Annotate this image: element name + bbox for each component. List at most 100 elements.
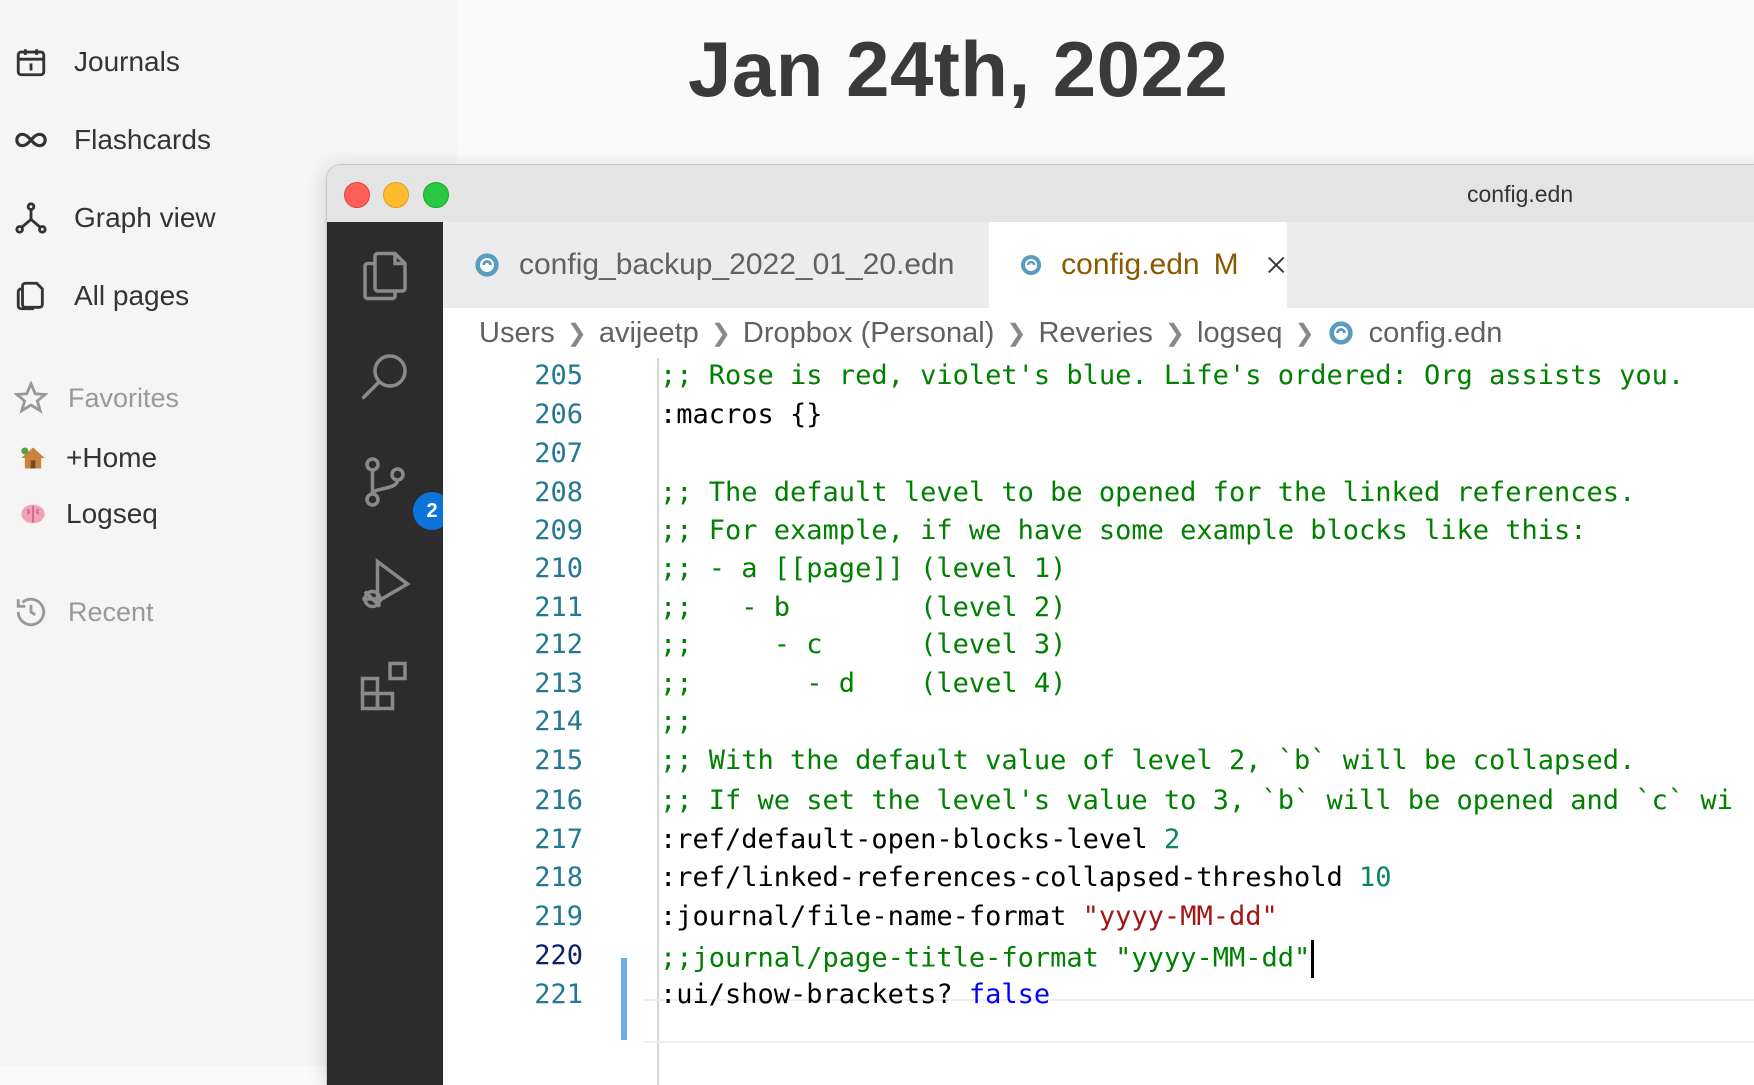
recent-header[interactable]: Recent — [14, 592, 154, 632]
code-keyword: :ref/linked-references-collapsed-thresho… — [660, 862, 1343, 893]
code-line: :macros {} — [660, 399, 823, 430]
clojure-file-icon — [1021, 254, 1042, 276]
code-line: :ref/default-open-blocks-level 2 — [660, 824, 1180, 855]
line-number: 214 — [534, 706, 583, 737]
breadcrumb: Users ❯ avijeetp ❯ Dropbox (Personal) ❯ … — [443, 308, 1754, 358]
code-line: ;; Rose is red, violet's blue. Life's or… — [660, 360, 1685, 391]
line-number: 211 — [534, 592, 583, 623]
code-comment: ;;journal/page-title-format — [660, 942, 1099, 974]
line-number: 206 — [534, 399, 583, 430]
code-number: 10 — [1359, 862, 1392, 893]
code-line: :ui/show-brackets? false — [660, 979, 1050, 1010]
favorites-header[interactable]: Favorites — [14, 378, 179, 418]
star-icon — [14, 381, 48, 415]
modified-indicator: M — [1213, 248, 1239, 281]
house-emoji-icon — [18, 443, 48, 473]
calendar-icon — [12, 43, 50, 81]
nav-label: Journals — [74, 46, 180, 77]
nav-graph-view[interactable]: Graph view — [12, 196, 216, 240]
extensions-icon[interactable] — [353, 654, 417, 718]
favorite-label: +Home — [66, 442, 158, 473]
close-icon[interactable] — [1265, 252, 1287, 278]
code-line: ;; If we set the level's value to 3, `b`… — [660, 785, 1733, 816]
breadcrumb-item[interactable]: logseq — [1197, 317, 1282, 350]
breadcrumb-item[interactable]: Reveries — [1038, 317, 1152, 350]
infinity-icon — [12, 121, 50, 159]
code-number: 2 — [1163, 824, 1181, 855]
code-line: ;;journal/page-title-format "yyyy-MM-dd" — [660, 940, 1315, 978]
editor-tabs: config_backup_2022_01_20.edn config.edn … — [443, 222, 1754, 308]
indent-guide — [657, 358, 659, 1085]
favorite-home[interactable]: +Home — [18, 438, 157, 478]
code-line: ;; - a [[page]] (level 1) — [660, 553, 1067, 584]
line-number: 221 — [534, 979, 583, 1010]
source-control-icon[interactable]: 2 — [353, 450, 453, 532]
breadcrumb-item[interactable]: config.edn — [1369, 317, 1503, 350]
nav-journals[interactable]: Journals — [12, 40, 180, 84]
modified-lines-marker[interactable] — [621, 958, 627, 1040]
nav-label: All pages — [74, 280, 190, 311]
page-title[interactable]: Jan 24th, 2022 — [688, 24, 1228, 115]
code-line: ;; With the default value of level 2, `b… — [660, 745, 1636, 776]
activity-bar: 2 — [327, 222, 453, 1085]
code-keyword: :ref/default-open-blocks-level — [660, 824, 1148, 855]
breadcrumb-item[interactable]: Users — [479, 317, 555, 350]
recent-label: Recent — [68, 596, 154, 627]
nav-label: Graph view — [74, 202, 216, 233]
favorites-label: Favorites — [68, 382, 180, 413]
chevron-right-icon: ❯ — [1164, 319, 1186, 347]
line-number: 205 — [534, 360, 583, 391]
code-string: "yyyy-MM-dd" — [1115, 942, 1311, 974]
line-number: 208 — [534, 477, 583, 508]
search-icon[interactable] — [353, 344, 417, 408]
code-string: "yyyy-MM-dd" — [1082, 901, 1278, 932]
nav-flashcards[interactable]: Flashcards — [12, 118, 211, 162]
line-number: 219 — [534, 901, 583, 932]
chevron-right-icon: ❯ — [1006, 319, 1027, 347]
run-debug-icon[interactable] — [353, 552, 417, 616]
code-line: :ref/linked-references-collapsed-thresho… — [660, 862, 1392, 893]
chevron-right-icon: ❯ — [566, 319, 587, 347]
clojure-file-icon — [475, 253, 499, 277]
code-line: ;; - b (level 2) — [660, 592, 1067, 623]
minimize-window-button[interactable] — [383, 182, 409, 208]
tab-config-backup[interactable]: config_backup_2022_01_20.edn — [443, 222, 989, 308]
code-line: ;; For example, if we have some example … — [660, 515, 1587, 546]
code-keyword: :ui/show-brackets? — [660, 979, 953, 1010]
text-cursor — [1311, 940, 1315, 978]
graph-icon — [12, 199, 50, 237]
pages-icon — [12, 277, 50, 315]
code-line: ;; — [660, 706, 693, 737]
line-number: 212 — [534, 629, 583, 660]
close-window-button[interactable] — [344, 182, 370, 208]
line-number: 217 — [534, 824, 583, 855]
line-number: 218 — [534, 862, 583, 893]
window-titlebar[interactable]: config.edn — [327, 165, 1754, 223]
code-boolean: false — [968, 979, 1051, 1010]
tab-label: config_backup_2022_01_20.edn — [519, 248, 955, 281]
favorite-logseq[interactable]: Logseq — [18, 494, 158, 534]
breadcrumb-item[interactable]: Dropbox (Personal) — [743, 317, 994, 350]
chevron-right-icon: ❯ — [1294, 319, 1315, 347]
line-number: 207 — [534, 438, 583, 469]
window-title: config.edn — [1467, 181, 1574, 207]
chevron-right-icon: ❯ — [710, 319, 731, 347]
clojure-file-icon — [1328, 321, 1353, 345]
explorer-icon[interactable] — [353, 244, 417, 308]
line-number: 213 — [534, 668, 583, 699]
vscode-window: config.edn 2 config_backup_2022_01_20.ed… — [327, 165, 1754, 1085]
line-number: 216 — [534, 785, 583, 816]
nav-all-pages[interactable]: All pages — [12, 274, 189, 318]
line-number: 215 — [534, 745, 583, 776]
tab-config-edn[interactable]: config.edn M — [989, 222, 1287, 308]
line-number: 209 — [534, 515, 583, 546]
line-number: 220 — [534, 940, 583, 971]
line-number: 210 — [534, 553, 583, 584]
code-line: ;; - c (level 3) — [660, 629, 1067, 660]
favorite-label: Logseq — [66, 498, 158, 529]
zoom-window-button[interactable] — [423, 182, 449, 208]
breadcrumb-item[interactable]: avijeetp — [599, 317, 699, 350]
code-line: ;; - d (level 4) — [660, 668, 1067, 699]
code-line: :journal/file-name-format "yyyy-MM-dd" — [660, 901, 1278, 932]
code-editor[interactable]: 205 206 207 208 209 210 211 212 213 214 … — [443, 358, 1754, 1085]
